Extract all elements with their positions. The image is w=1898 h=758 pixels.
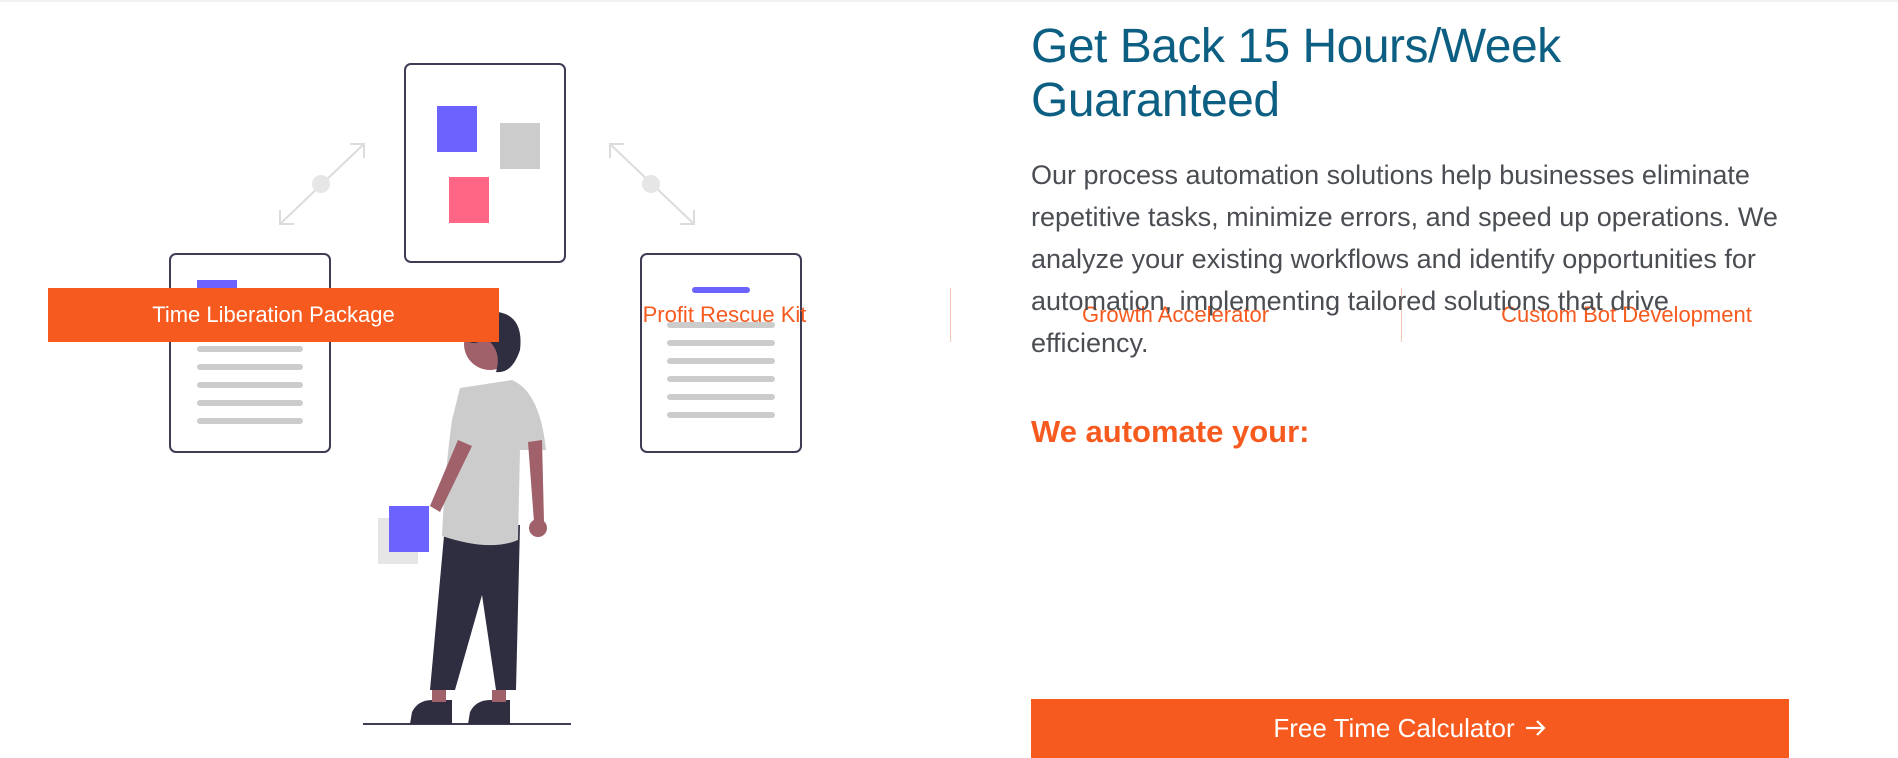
free-time-calculator-button[interactable]: Free Time Calculator: [1031, 699, 1789, 758]
cta-label: Free Time Calculator: [1273, 713, 1515, 743]
tab-divider: [950, 288, 951, 342]
tab-time-liberation-package[interactable]: Time Liberation Package: [48, 288, 499, 342]
square-gray: [500, 123, 540, 169]
square-pink: [449, 177, 489, 223]
tab-label: Profit Rescue Kit: [642, 302, 807, 327]
package-description: Our process automation solutions help bu…: [1031, 160, 1778, 358]
hero-illustration: [0, 0, 960, 758]
page-title: Get Back 15 Hours/Week Guaranteed: [1031, 20, 1561, 127]
workflow-illustration-svg: [169, 63, 802, 725]
tab-profit-rescue-kit[interactable]: Profit Rescue Kit: [499, 288, 950, 342]
automation-subheading: We automate your:: [1031, 414, 1310, 449]
connector-node-right: [642, 175, 660, 193]
arrow-right-icon: [1525, 713, 1547, 744]
left-card: [169, 253, 331, 453]
held-square-purple: [389, 506, 429, 552]
connector-node-left: [312, 175, 330, 193]
tab-label: Time Liberation Package: [152, 302, 395, 327]
package-details: Get Back 15 Hours/Week Guaranteed Our pr…: [1031, 20, 1791, 450]
right-card: [640, 253, 802, 453]
person-figure: [363, 311, 571, 725]
center-card: [404, 63, 566, 263]
square-purple: [437, 106, 477, 152]
